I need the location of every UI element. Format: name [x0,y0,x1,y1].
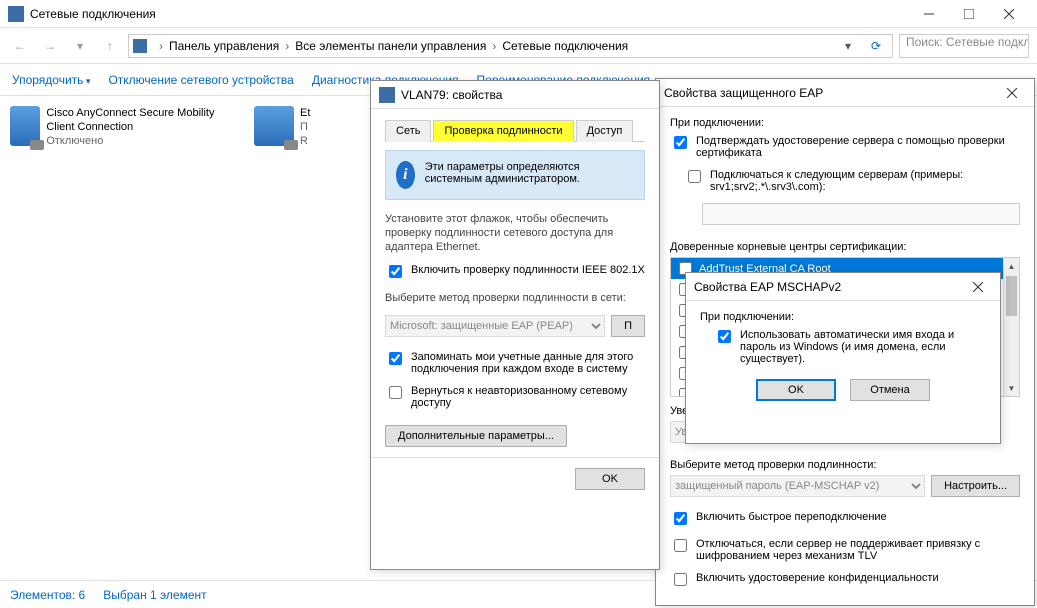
verify-cert-input[interactable] [674,136,687,149]
window-title: Сетевые подключения [30,7,909,21]
identity-privacy-checkbox[interactable]: Включить удостоверение конфиденциальност… [670,572,1020,589]
dialog-titlebar[interactable]: VLAN79: свойства [371,81,659,109]
organize-menu[interactable]: Упорядочить [12,73,90,87]
enable-8021x-input[interactable] [389,265,402,278]
address-bar: ← → ▾ ↑ › Панель управления › Все элемен… [0,28,1037,64]
servers-text-input[interactable] [702,203,1020,225]
connect-servers-checkbox[interactable]: Подключаться к следующим серверам (приме… [684,169,1020,193]
connection-adapter: R [300,134,310,148]
chevron-icon[interactable]: › [283,39,291,53]
chevron-icon[interactable]: › [157,39,165,53]
minimize-button[interactable] [909,0,949,28]
configure-button[interactable]: Настроить... [931,475,1020,497]
dialog-titlebar[interactable]: Свойства EAP MSCHAPv2 [686,273,1000,301]
auth-method-select[interactable]: Microsoft: защищенные EAP (PEAP) [385,315,605,337]
remember-credentials-input[interactable] [389,352,402,365]
search-input[interactable]: Поиск: Сетевые подкл [899,34,1029,58]
refresh-icon[interactable]: ⟳ [864,34,888,58]
advanced-settings-button[interactable]: Дополнительные параметры... [385,425,567,447]
method-settings-button[interactable]: П [611,315,645,337]
close-button[interactable] [989,0,1029,28]
breadcrumb-item[interactable]: Сетевые подключения [502,39,628,53]
mschap-dialog: Свойства EAP MSCHAPv2 При подключении: И… [685,272,1001,444]
close-icon[interactable] [964,275,992,299]
maximize-button[interactable] [949,0,989,28]
info-text: Эти параметры определяются системным адм… [425,161,634,185]
auth-description: Установите этот флажок, чтобы обеспечить… [385,212,645,254]
remember-credentials-checkbox[interactable]: Запоминать мои учетные данные для этого … [385,351,645,375]
disable-device-link[interactable]: Отключение сетевого устройства [108,73,293,87]
dialog-titlebar[interactable]: Свойства защищенного EAP [656,79,1034,107]
scrollbar[interactable]: ▲ ▼ [1003,258,1019,396]
status-count: Элементов: 6 [10,588,85,602]
inner-auth-method-select[interactable]: защищенный пароль (EAP-MSCHAP v2) [670,475,925,497]
ok-button[interactable]: OK [756,379,836,401]
adapter-properties-dialog: VLAN79: свойства Сеть Проверка подлиннос… [370,80,660,570]
location-icon [133,39,147,53]
tab-strip: Сеть Проверка подлинности Доступ [385,119,645,142]
connection-name: Cisco AnyConnect Secure Mobility Client … [46,106,242,134]
connection-item[interactable]: Cisco AnyConnect Secure Mobility Client … [6,102,246,158]
chevron-icon[interactable]: › [490,39,498,53]
fallback-unauth-checkbox[interactable]: Вернуться к неавторизованному сетевому д… [385,385,645,409]
connection-name: Et [300,106,310,120]
status-selected: Выбран 1 элемент [103,588,206,602]
scroll-down-icon[interactable]: ▼ [1004,380,1019,396]
choose-method-label: Выберите метод проверки подлинности в се… [385,291,645,305]
recent-button[interactable]: ▾ [68,34,92,58]
info-banner: i Эти параметры определяются системным а… [385,150,645,200]
tab-access[interactable]: Доступ [576,120,634,142]
scroll-up-icon[interactable]: ▲ [1004,258,1019,274]
tab-network[interactable]: Сеть [385,120,431,142]
fast-reconnect-input[interactable] [674,512,687,525]
close-icon[interactable] [998,81,1026,105]
dialog-title: Свойства защищенного EAP [664,86,998,100]
info-icon: i [396,161,415,189]
dialog-title: VLAN79: свойства [401,88,651,102]
breadcrumb-item[interactable]: Панель управления [169,39,279,53]
dialog-icon [379,87,395,103]
connection-status: Отключено [46,134,242,148]
network-adapter-icon [254,106,294,146]
back-button[interactable]: ← [8,34,32,58]
tab-authentication[interactable]: Проверка подлинности [433,120,573,142]
choose-auth-method-label: Выберите метод проверки подлинности: [670,459,1020,471]
window-icon [8,6,24,22]
on-connect-label: При подключении: [670,117,1020,129]
use-windows-creds-input[interactable] [718,330,731,343]
use-windows-creds-checkbox[interactable]: Использовать автоматически имя входа и п… [714,329,986,365]
dropdown-icon[interactable]: ▾ [836,34,860,58]
breadcrumb-item[interactable]: Все элементы панели управления [295,39,486,53]
connect-servers-input[interactable] [688,170,701,183]
on-connect-label: При подключении: [700,311,986,323]
enable-8021x-checkbox[interactable]: Включить проверку подлинности IEEE 802.1… [385,264,645,281]
connection-status: П [300,120,310,134]
up-button[interactable]: ↑ [98,34,122,58]
ok-button[interactable]: OK [575,468,645,490]
fast-reconnect-checkbox[interactable]: Включить быстрое переподключение [670,511,1020,528]
fallback-unauth-input[interactable] [389,386,402,399]
scroll-thumb[interactable] [1006,276,1017,316]
window-titlebar: Сетевые подключения [0,0,1037,28]
identity-privacy-input[interactable] [674,573,687,586]
disconnect-tlv-input[interactable] [674,539,687,552]
verify-cert-checkbox[interactable]: Подтверждать удостоверение сервера с пом… [670,135,1020,159]
dialog-title: Свойства EAP MSCHAPv2 [694,280,964,294]
trusted-roots-label: Доверенные корневые центры сертификации: [670,241,1020,253]
cancel-button[interactable]: Отмена [850,379,930,401]
breadcrumb-bar[interactable]: › Панель управления › Все элементы панел… [128,34,893,58]
forward-button[interactable]: → [38,34,62,58]
network-adapter-icon [10,106,40,146]
disconnect-tlv-checkbox[interactable]: Отключаться, если сервер не поддерживает… [670,538,1020,562]
